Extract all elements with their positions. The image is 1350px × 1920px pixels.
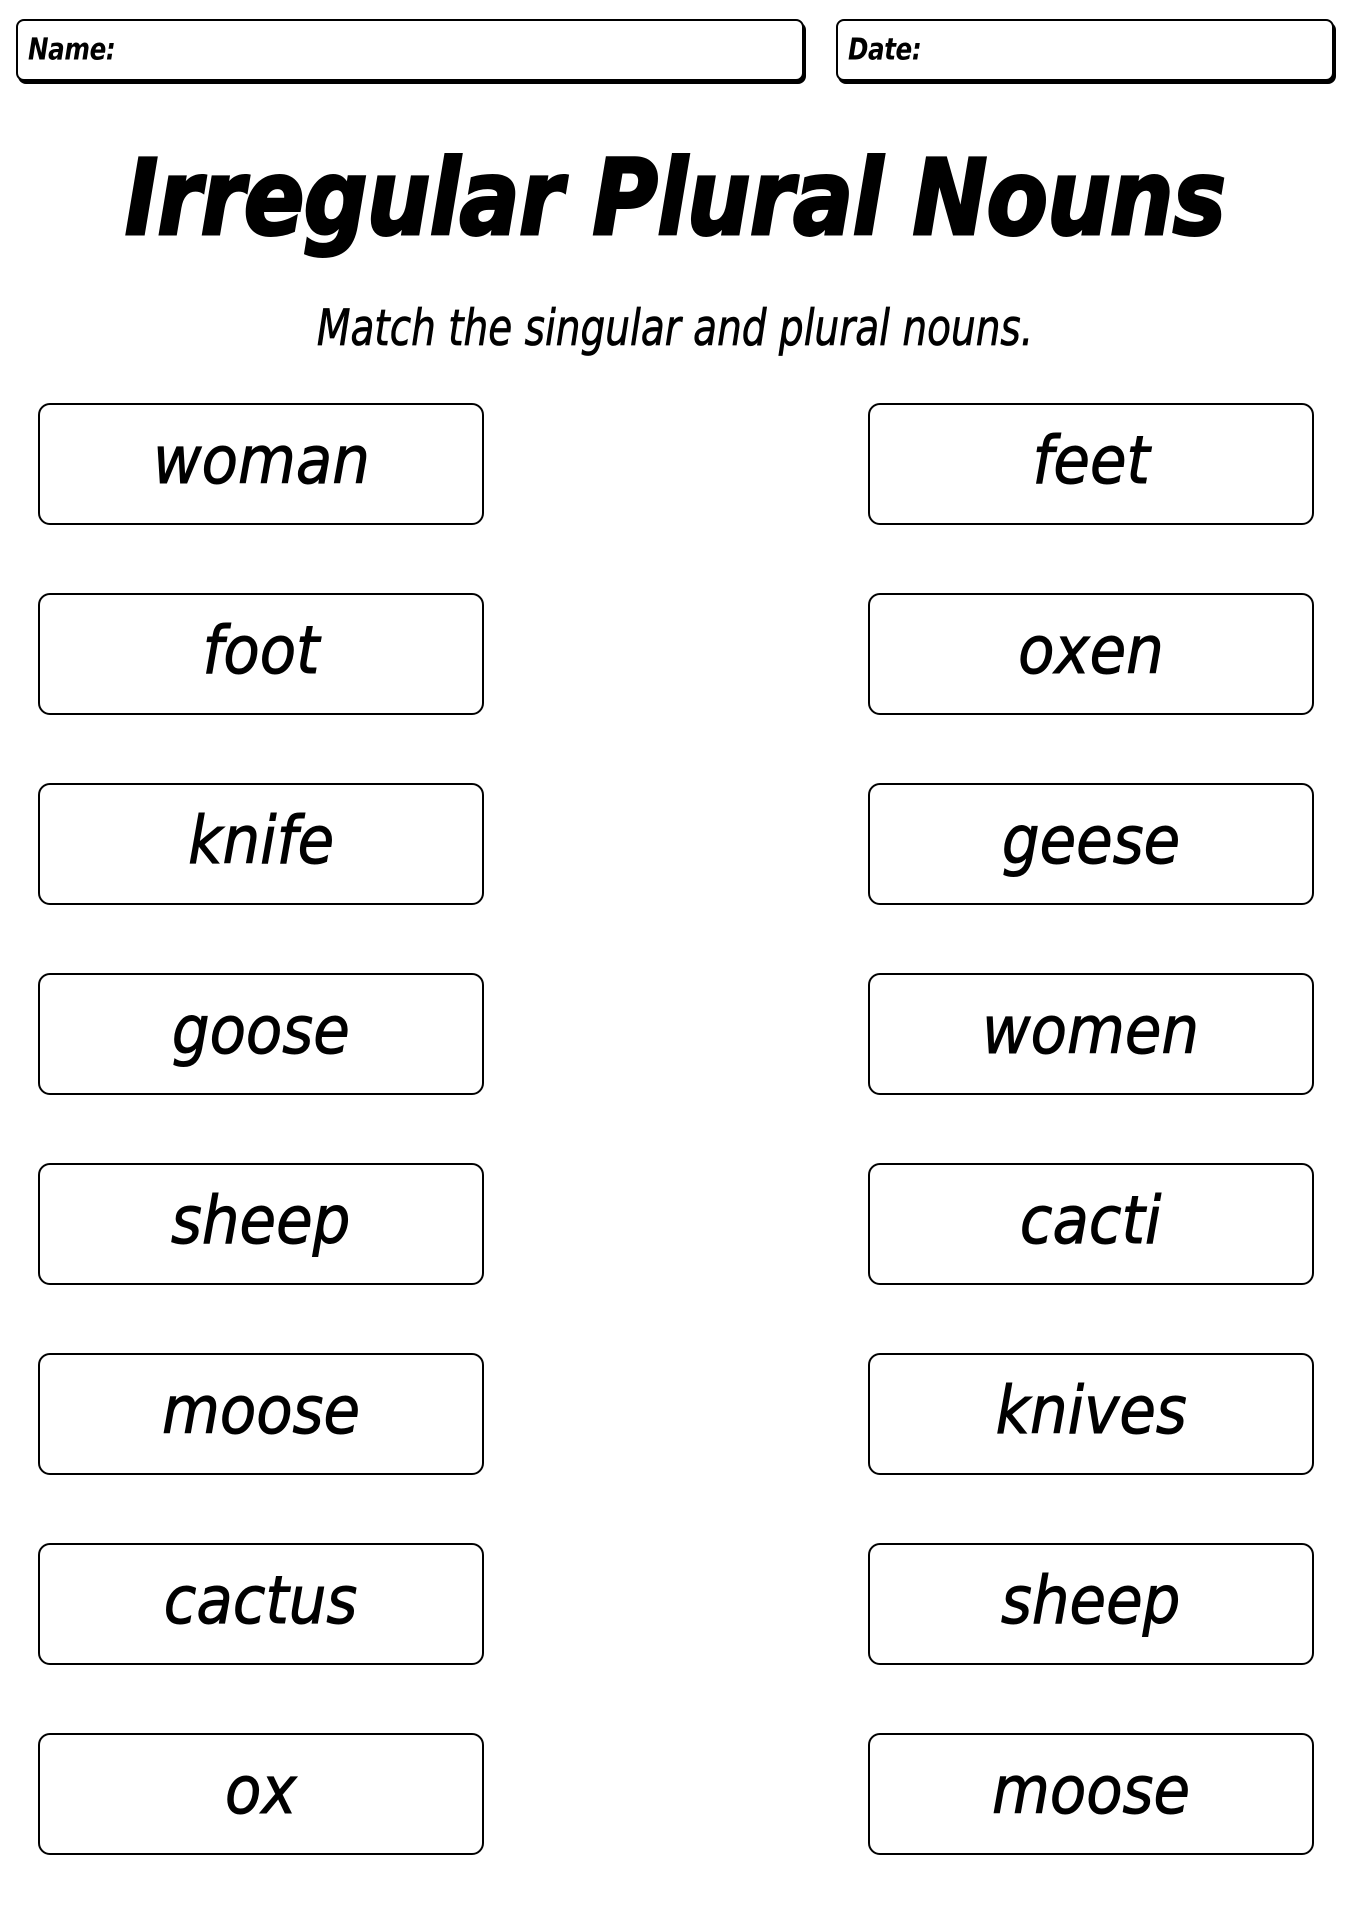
singular-card[interactable]: knife (38, 783, 484, 905)
plural-word: sheep (1001, 1562, 1181, 1639)
name-label: Name: (28, 32, 116, 68)
singular-word: foot (202, 612, 320, 689)
date-field[interactable]: Date: (836, 19, 1334, 81)
plural-word: geese (1001, 802, 1181, 879)
name-field[interactable]: Name: (16, 19, 804, 81)
singular-word: woman (152, 422, 370, 499)
plural-card[interactable]: knives (868, 1353, 1314, 1475)
plural-word: moose (991, 1752, 1191, 1829)
singular-word: sheep (171, 1182, 351, 1259)
singular-word: goose (172, 992, 351, 1069)
plural-word: knives (995, 1372, 1187, 1449)
plural-card[interactable]: sheep (868, 1543, 1314, 1665)
plural-card[interactable]: women (868, 973, 1314, 1095)
singular-card[interactable]: foot (38, 593, 484, 715)
instructions: Match the singular and plural nouns. (316, 299, 1034, 358)
singular-word: cactus (164, 1562, 359, 1639)
plural-card[interactable]: cacti (868, 1163, 1314, 1285)
singular-word: ox (225, 1752, 297, 1829)
plural-card[interactable]: moose (868, 1733, 1314, 1855)
singular-word: moose (161, 1372, 361, 1449)
singular-card[interactable]: goose (38, 973, 484, 1095)
plural-word: feet (1032, 422, 1150, 499)
plural-card[interactable]: geese (868, 783, 1314, 905)
plural-card[interactable]: oxen (868, 593, 1314, 715)
date-label: Date: (848, 32, 922, 68)
plural-word: women (982, 992, 1200, 1069)
plural-word: oxen (1018, 612, 1165, 689)
worksheet-title: Irregular Plural Nouns (124, 136, 1228, 261)
plural-card[interactable]: feet (868, 403, 1314, 525)
singular-card[interactable]: ox (38, 1733, 484, 1855)
singular-card[interactable]: moose (38, 1353, 484, 1475)
plural-word: cacti (1020, 1182, 1162, 1259)
singular-word: knife (187, 802, 335, 879)
singular-card[interactable]: woman (38, 403, 484, 525)
singular-card[interactable]: cactus (38, 1543, 484, 1665)
singular-card[interactable]: sheep (38, 1163, 484, 1285)
